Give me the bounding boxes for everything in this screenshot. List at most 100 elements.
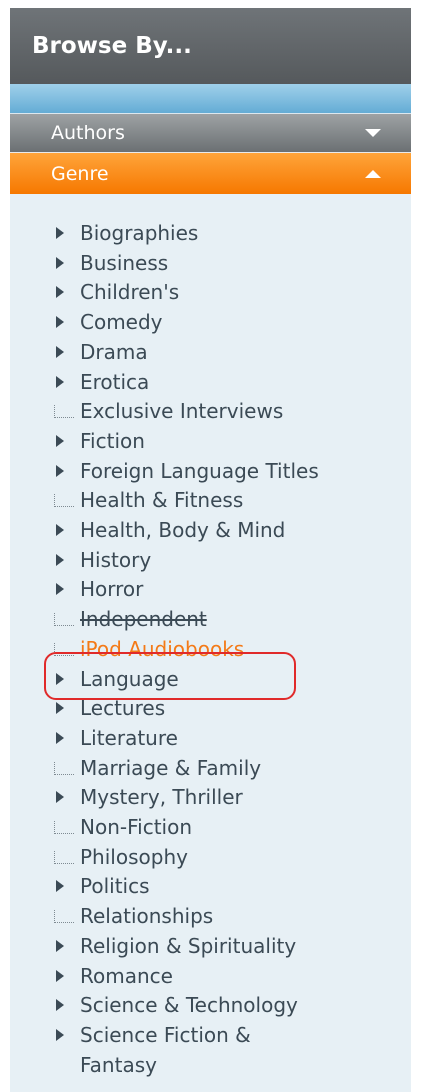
tree-leaf-icon [54, 850, 74, 864]
genre-list-item[interactable]: Mystery, Thriller [10, 783, 411, 813]
genre-list-item[interactable]: Fiction [10, 427, 411, 457]
expand-arrow-icon [56, 731, 64, 744]
genre-marker [54, 368, 80, 398]
tree-leaf-icon [54, 761, 74, 775]
genre-label[interactable]: Philosophy [80, 843, 188, 873]
genre-marker [54, 308, 80, 338]
genre-list: Biographies Business Children's Comedy Drama… [10, 194, 411, 1080]
genre-section-toggle[interactable]: Genre [10, 153, 411, 194]
genre-marker [54, 575, 80, 605]
genre-label[interactable]: Independent [80, 605, 207, 635]
genre-list-item[interactable]: Non-Fiction [10, 813, 411, 843]
genre-marker [54, 605, 80, 635]
genre-marker [54, 724, 80, 754]
genre-label[interactable]: Fiction [80, 427, 145, 457]
expand-arrow-icon [56, 672, 64, 685]
genre-label: Genre [51, 162, 109, 185]
genre-list-item[interactable]: Science Fiction & Fantasy [10, 1021, 411, 1080]
genre-list-item[interactable]: Lectures [10, 694, 411, 724]
genre-label[interactable]: Religion & Spirituality [80, 932, 296, 962]
genre-list-item[interactable]: Philosophy [10, 843, 411, 873]
tree-leaf-icon [54, 494, 74, 508]
genre-label[interactable]: Foreign Language Titles [80, 457, 319, 487]
genre-label[interactable]: Exclusive Interviews [80, 397, 283, 427]
genre-label[interactable]: Mystery, Thriller [80, 783, 243, 813]
genre-list-item[interactable]: Relationships [10, 902, 411, 932]
genre-marker [54, 546, 80, 576]
genre-list-item[interactable]: Biographies [10, 219, 411, 249]
genre-label[interactable]: Relationships [80, 902, 213, 932]
genre-list-item[interactable]: Drama [10, 338, 411, 368]
genre-label[interactable]: Marriage & Family [80, 754, 261, 784]
genre-list-item[interactable]: Science & Technology [10, 991, 411, 1021]
expand-arrow-icon [56, 316, 64, 329]
genre-label[interactable]: Romance [80, 962, 173, 992]
genre-label[interactable]: Drama [80, 338, 148, 368]
genre-list-item[interactable]: Business [10, 249, 411, 279]
genre-list-item[interactable]: Religion & Spirituality [10, 932, 411, 962]
genre-label[interactable]: Biographies [80, 219, 198, 249]
genre-label[interactable]: Non-Fiction [80, 813, 192, 843]
expand-arrow-icon [56, 345, 64, 358]
genre-list-item[interactable]: Health, Body & Mind [10, 516, 411, 546]
expand-arrow-icon [56, 227, 64, 239]
genre-label[interactable]: Politics [80, 872, 150, 902]
genre-label[interactable]: Children's [80, 278, 179, 308]
expand-arrow-icon [56, 583, 64, 596]
genre-marker [54, 278, 80, 308]
genre-list-item[interactable]: Children's [10, 278, 411, 308]
genre-label[interactable]: Literature [80, 724, 178, 754]
genre-list-item[interactable]: Literature [10, 724, 411, 754]
genre-label[interactable]: Horror [80, 575, 143, 605]
genre-marker [54, 694, 80, 724]
genre-marker [54, 249, 80, 279]
genre-label[interactable]: Language [80, 665, 179, 695]
genre-label[interactable]: Science Fiction & Fantasy [80, 1021, 330, 1080]
genre-label[interactable]: Erotica [80, 368, 149, 398]
genre-list-item[interactable]: Exclusive Interviews [10, 397, 411, 427]
expand-arrow-icon [56, 375, 64, 388]
genre-list-item[interactable]: iPod Audiobooks [10, 635, 411, 665]
genre-list-item[interactable]: Romance [10, 962, 411, 992]
genre-marker [54, 219, 80, 249]
genre-list-item[interactable]: Comedy [10, 308, 411, 338]
genre-list-item[interactable]: Horror [10, 575, 411, 605]
genre-label[interactable]: Business [80, 249, 168, 279]
expand-arrow-icon [56, 464, 64, 477]
expand-arrow-icon [56, 880, 64, 893]
browse-panel: Browse By... Authors Genre Biographies Bu… [10, 8, 411, 1092]
genre-list-item[interactable]: Erotica [10, 368, 411, 398]
expand-arrow-icon [56, 524, 64, 537]
genre-list-item[interactable]: Independent [10, 605, 411, 635]
genre-list-item[interactable]: Health & Fitness [10, 486, 411, 516]
genre-label[interactable]: iPod Audiobooks [80, 635, 244, 665]
genre-list-item[interactable]: History [10, 546, 411, 576]
genre-list-item[interactable]: Politics [10, 872, 411, 902]
expand-arrow-icon [56, 791, 64, 804]
genre-label[interactable]: Health & Fitness [80, 486, 243, 516]
tree-leaf-icon [54, 642, 74, 656]
genre-marker [54, 843, 80, 873]
chevron-down-icon [365, 129, 381, 137]
expand-arrow-icon [56, 969, 64, 982]
genre-marker [54, 754, 80, 784]
browse-header: Browse By... [10, 8, 411, 84]
genre-list-item[interactable]: Marriage & Family [10, 754, 411, 784]
genre-list-item[interactable]: Foreign Language Titles [10, 457, 411, 487]
genre-label[interactable]: Science & Technology [80, 991, 298, 1021]
genre-label[interactable]: Lectures [80, 694, 165, 724]
genre-label[interactable]: Comedy [80, 308, 163, 338]
expand-arrow-icon [56, 939, 64, 952]
header-divider-bar [10, 84, 411, 114]
genre-label[interactable]: History [80, 546, 151, 576]
genre-label[interactable]: Health, Body & Mind [80, 516, 285, 546]
genre-marker [54, 932, 80, 962]
genre-marker [54, 516, 80, 546]
expand-arrow-icon [56, 1028, 64, 1041]
genre-list-item[interactable]: Language [10, 665, 411, 695]
authors-section-toggle[interactable]: Authors [10, 114, 411, 153]
genre-marker [54, 486, 80, 516]
genre-marker [54, 783, 80, 813]
tree-leaf-icon [54, 405, 74, 419]
genre-marker [54, 813, 80, 843]
